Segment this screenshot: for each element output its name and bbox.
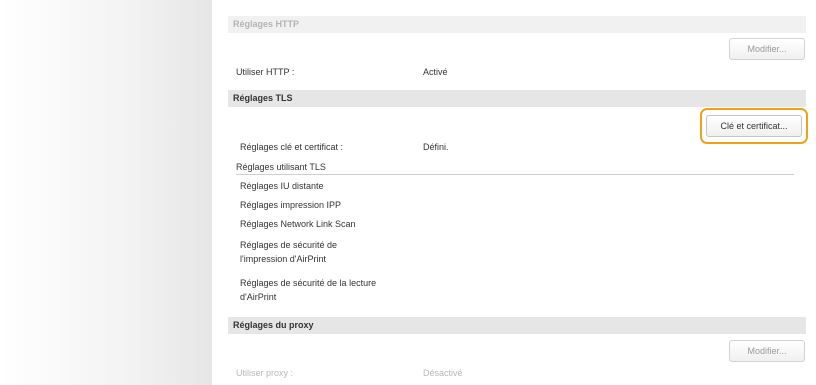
left-navigation-panel xyxy=(0,0,212,385)
settings-using-tls-title-text: Réglages utilisant TLS xyxy=(236,162,326,172)
use-proxy-value: Désactivé xyxy=(423,368,463,378)
key-certificate-label: Réglages clé et certificat : xyxy=(240,142,344,152)
use-http-value: Activé xyxy=(423,67,448,77)
proxy-settings-header: Réglages du proxy xyxy=(228,317,806,334)
key-certificate-button[interactable]: Clé et certificat... xyxy=(706,115,802,137)
http-settings-header: Réglages HTTP xyxy=(228,16,806,33)
tls-item-ipp-printing: Réglages impression IPP xyxy=(240,200,342,210)
settings-using-tls-title: Réglages utilisant TLS xyxy=(236,161,794,175)
tls-item-airprint-scan-security-1: Réglages de sécurité de la lecture xyxy=(240,278,377,288)
tls-settings-header: Réglages TLS xyxy=(228,90,806,107)
use-proxy-label: Utiliser proxy : xyxy=(236,368,294,378)
http-modify-button[interactable]: Modifier... xyxy=(729,38,805,60)
tls-item-remote-ui: Réglages IU distante xyxy=(240,181,324,191)
tls-item-airprint-print-security-2: l'impression d'AirPrint xyxy=(240,254,326,264)
proxy-modify-button[interactable]: Modifier... xyxy=(729,340,805,362)
key-certificate-value: Défini. xyxy=(423,142,449,152)
use-http-label: Utiliser HTTP : xyxy=(236,67,295,77)
tls-item-network-link-scan: Réglages Network Link Scan xyxy=(240,219,356,229)
tls-item-airprint-print-security-1: Réglages de sécurité de xyxy=(240,240,338,250)
tls-item-airprint-scan-security-2: d'AirPrint xyxy=(240,292,277,302)
